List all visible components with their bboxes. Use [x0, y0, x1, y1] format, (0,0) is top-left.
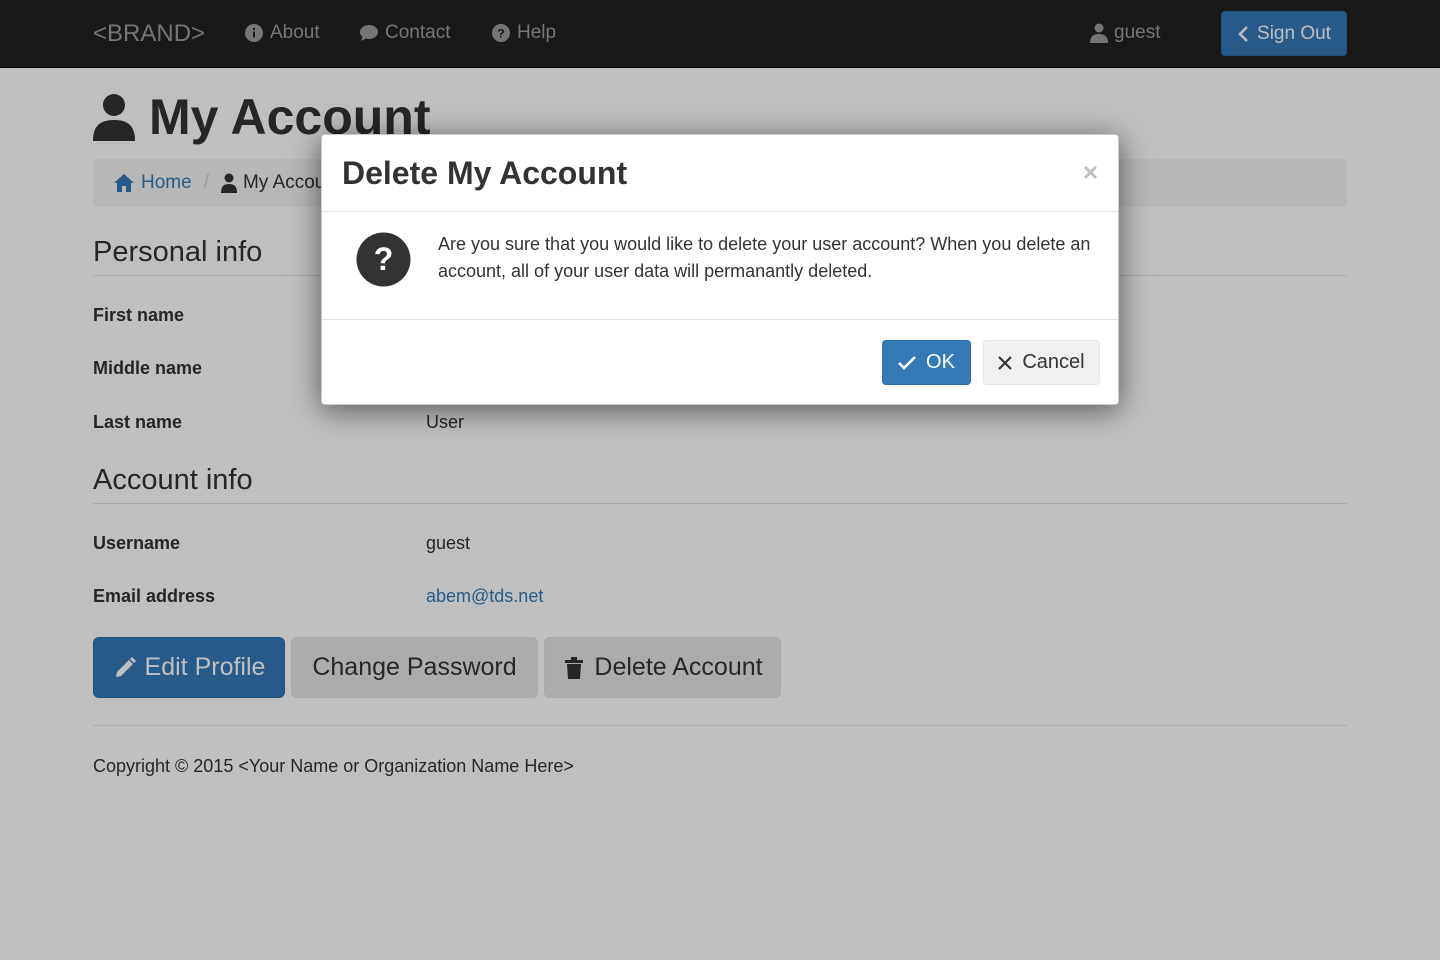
modal-message: Are you sure that you would like to dele… — [438, 234, 1091, 281]
check-icon — [898, 355, 916, 370]
svg-text:?: ? — [374, 241, 394, 277]
modal-header: Delete My Account × — [322, 135, 1118, 212]
cancel-label: Cancel — [1022, 351, 1085, 373]
cancel-button[interactable]: Cancel — [983, 340, 1100, 385]
modal-footer: OK Cancel — [322, 320, 1118, 406]
modal-body: ? Are you sure that you would like to de… — [322, 212, 1118, 320]
question-circle-icon: ? — [356, 232, 411, 287]
delete-account-modal: Delete My Account × ? Are you sure that … — [321, 134, 1119, 405]
close-icon — [998, 355, 1013, 370]
ok-label: OK — [926, 351, 955, 373]
modal-title: Delete My Account — [342, 155, 628, 191]
modal-close-button[interactable]: × — [1083, 157, 1098, 188]
ok-button[interactable]: OK — [882, 340, 971, 385]
